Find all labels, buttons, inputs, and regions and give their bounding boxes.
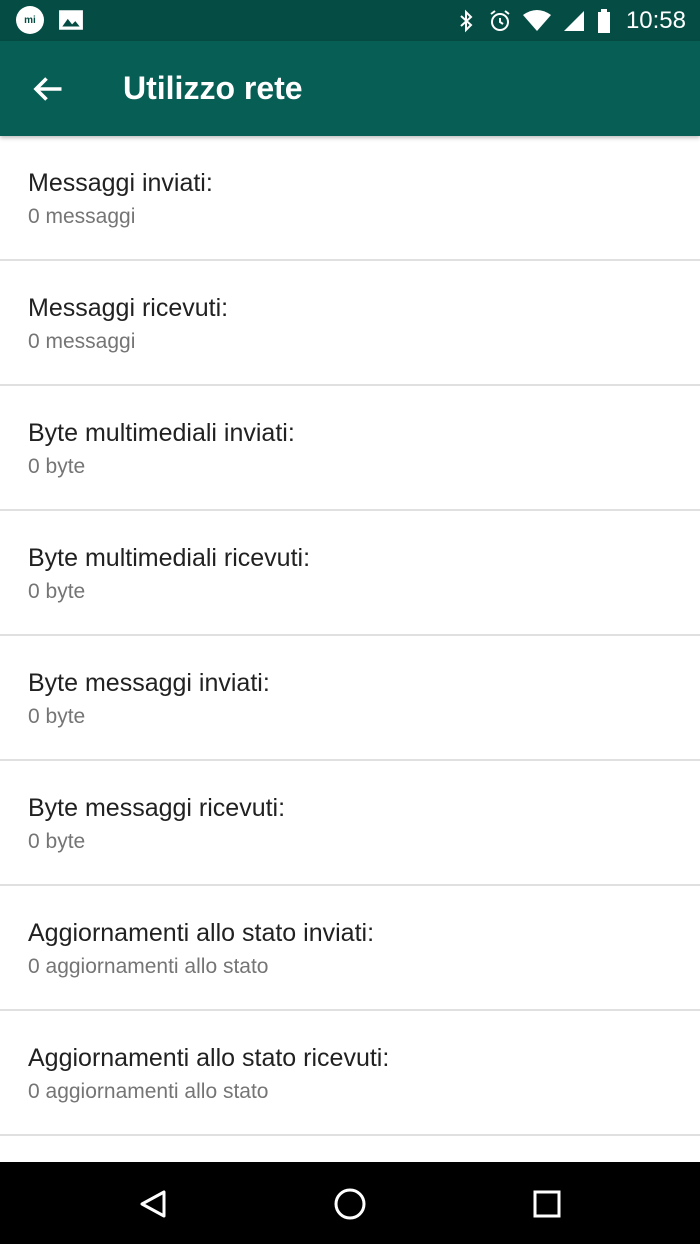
network-usage-list: Messaggi inviati: 0 messaggi Messaggi ri… xyxy=(0,136,700,1136)
wifi-icon xyxy=(522,10,551,31)
stat-value: 0 byte xyxy=(28,830,86,853)
recents-square-icon[interactable] xyxy=(527,1184,567,1224)
stat-label: Byte multimediali inviati: xyxy=(28,419,295,447)
home-circle-icon[interactable] xyxy=(330,1184,370,1224)
status-bar-right: 10:58 xyxy=(454,6,686,36)
page-title: Utilizzo rete xyxy=(123,70,303,106)
stat-label: Byte messaggi inviati: xyxy=(28,669,270,697)
stat-value: 0 byte xyxy=(28,455,86,478)
list-item: Byte messaggi inviati: 0 byte xyxy=(0,636,700,761)
gallery-icon xyxy=(59,10,83,30)
stat-label: Aggiornamenti allo stato ricevuti: xyxy=(28,1044,390,1072)
stat-value: 0 messaggi xyxy=(28,330,136,353)
mi-icon: mi xyxy=(16,6,44,34)
status-bar-left: mi xyxy=(16,6,84,34)
status-time: 10:58 xyxy=(625,7,686,34)
signal-icon xyxy=(563,11,584,31)
list-item: Byte multimediali ricevuti: 0 byte xyxy=(0,511,700,636)
list-item: Byte messaggi ricevuti: 0 byte xyxy=(0,761,700,886)
stat-label: Messaggi inviati: xyxy=(28,169,213,197)
list-item: Aggiornamenti allo stato inviati: 0 aggi… xyxy=(0,886,700,1011)
bluetooth-icon xyxy=(460,9,473,33)
back-triangle-icon[interactable] xyxy=(133,1184,173,1224)
battery-icon xyxy=(597,9,610,33)
system-nav-bar xyxy=(0,1162,700,1244)
stat-label: Messaggi ricevuti: xyxy=(28,294,229,322)
list-item: Byte multimediali inviati: 0 byte xyxy=(0,386,700,511)
arrow-back-icon[interactable] xyxy=(30,71,66,107)
app-toolbar: Utilizzo rete xyxy=(0,41,700,136)
stat-value: 0 aggiornamenti allo stato xyxy=(28,955,269,978)
mi-icon-label: mi xyxy=(24,14,36,26)
list-item: Messaggi inviati: 0 messaggi xyxy=(0,136,700,261)
stat-value: 0 messaggi xyxy=(28,205,136,228)
stat-value: 0 byte xyxy=(28,705,86,728)
list-item: Aggiornamenti allo stato ricevuti: 0 agg… xyxy=(0,1011,700,1136)
stat-label: Aggiornamenti allo stato inviati: xyxy=(28,919,375,947)
stat-value: 0 aggiornamenti allo stato xyxy=(28,1080,269,1103)
alarm-icon xyxy=(490,10,510,31)
list-item: Messaggi ricevuti: 0 messaggi xyxy=(0,261,700,386)
stat-label: Byte messaggi ricevuti: xyxy=(28,794,286,822)
status-bar: mi 10:58 xyxy=(0,0,700,41)
stat-value: 0 byte xyxy=(28,580,86,603)
stat-label: Byte multimediali ricevuti: xyxy=(28,544,311,572)
